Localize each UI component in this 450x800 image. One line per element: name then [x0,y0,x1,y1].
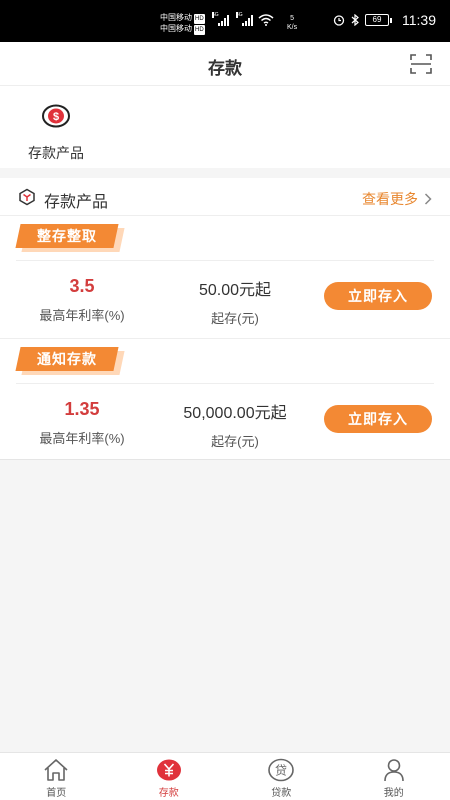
rate-value: 1.35 [64,399,100,419]
view-more-link[interactable]: 查看更多 [362,189,432,209]
wifi-icon [258,14,274,26]
net-5g-label: 5G [212,12,219,18]
clock: 11:39 [402,12,436,28]
product-card[interactable]: 整存整取 3.5 最高年利率(%) 50.00元起 起存(元) 立即存入 [0,216,450,338]
user-icon [383,759,404,782]
product-tag: 整存整取 [15,224,125,252]
category-deposit-products[interactable]: $ 存款产品 [18,104,94,163]
tab-label: 贷款 [271,788,292,799]
tab-deposit[interactable]: 存款 [113,753,226,800]
signal-4g-icon: 4G [236,12,253,26]
product-tag-label: 通知存款 [37,351,97,367]
signal-5g-icon: 5G [212,12,229,26]
product-card[interactable]: 通知存款 1.35 最高年利率(%) 50,000.00元起 起存(元) 立即存… [0,338,450,460]
category-grid: $ 存款产品 [0,86,450,168]
scan-icon[interactable] [410,53,432,75]
deposit-now-button[interactable]: 立即存入 [324,282,432,310]
bluetooth-icon [351,14,359,26]
carrier-2: 中国移动 [160,24,192,33]
rate-block: 1.35 最高年利率(%) [12,399,152,447]
rate-value: 3.5 [69,276,95,296]
chevron-right-icon [424,193,432,205]
deposit-products-section: 存款产品 查看更多 整存整取 3.5 最高年利率(%) 50.00元起 起存(元… [0,178,450,460]
product-tag: 通知存款 [15,347,125,375]
hd-badge-1: HD [194,14,205,24]
tab-label: 我的 [383,788,404,799]
signal-indicators: 5G 4G [212,12,274,26]
speed-value: 5 [290,15,295,22]
category-label: 存款产品 [28,145,84,161]
alarm-icon [333,15,345,26]
battery-icon: 69 [365,14,392,26]
bottom-tab-bar: 首页 存款 贷 贷款 我的 [0,752,450,800]
network-speed: 5 K/s [287,14,297,32]
yuan-icon [156,759,181,781]
carrier-1: 中国移动 [160,13,192,22]
tab-loan[interactable]: 贷 贷款 [225,753,338,800]
hd-badge-2: HD [194,25,205,35]
tab-mine[interactable]: 我的 [338,753,450,800]
rate-label: 最高年利率(%) [39,308,125,323]
carrier-info: 中国移动 HD 中国移动 HD [160,13,205,35]
dollar-coin-icon: $ [42,104,70,128]
net-4g-label: 4G [236,12,243,18]
rate-label: 最高年利率(%) [39,431,125,446]
svg-text:$: $ [53,111,59,123]
section-header: 存款产品 查看更多 [0,178,450,216]
min-deposit-block: 50,000.00元起 起存(元) [150,399,320,450]
min-deposit-value: 50.00元起 [198,282,272,299]
status-bar: 中国移动 HD 中国移动 HD 5G 4G 5 K/s 69 11:39 [0,0,450,42]
page-title: 存款 [208,59,242,78]
speed-unit: K/s [287,24,298,31]
min-deposit-block: 50.00元起 起存(元) [150,276,320,327]
battery-level: 69 [365,14,389,26]
view-more-label: 查看更多 [362,191,418,207]
min-deposit-label: 起存(元) [211,434,259,449]
loan-icon: 贷 [268,758,295,782]
rate-block: 3.5 最高年利率(%) [12,276,152,324]
product-tag-label: 整存整取 [37,228,97,244]
section-title: 存款产品 [44,194,109,211]
min-deposit-value: 50,000.00元起 [183,405,287,422]
tab-home[interactable]: 首页 [0,753,113,800]
min-deposit-label: 起存(元) [211,311,259,326]
app-header: 存款 [0,42,450,86]
status-right: 69 11:39 [333,12,436,28]
deposit-now-button[interactable]: 立即存入 [324,405,432,433]
tab-label: 存款 [158,788,179,799]
svg-text:贷: 贷 [275,764,287,778]
box-icon [19,188,35,206]
tab-label: 首页 [46,788,67,799]
home-icon [44,759,68,781]
